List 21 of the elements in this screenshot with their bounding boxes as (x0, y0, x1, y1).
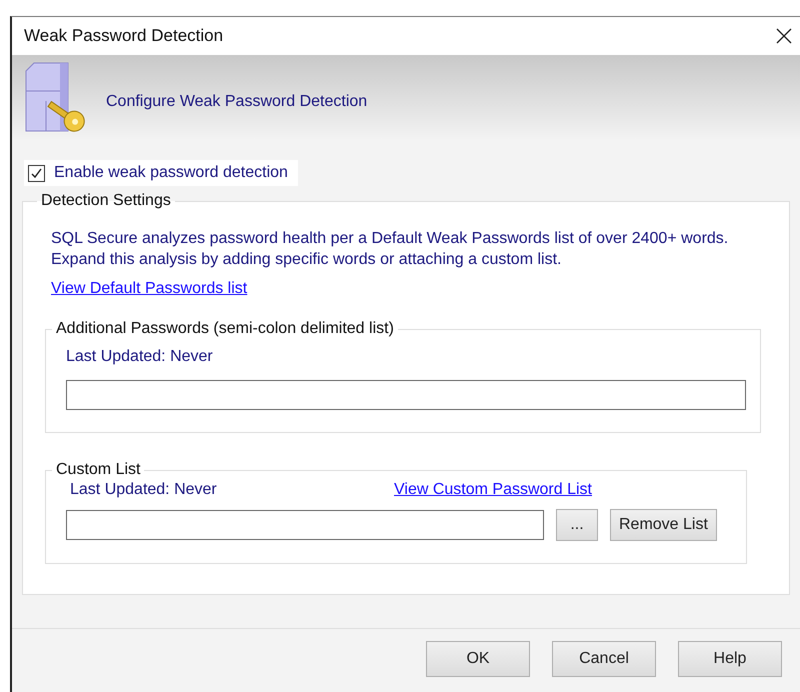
browse-button[interactable]: ... (556, 509, 598, 541)
group-title: Additional Passwords (semi-colon delimited list) (55, 320, 395, 338)
checkbox[interactable] (28, 164, 45, 182)
dialog-button[interactable]: Help (678, 641, 782, 677)
last-updated-text: Last Updated: Never (70, 481, 218, 499)
description-text: SQL Secure analyzes password health per a Default Weak Passwords list of over 2400+ words. Expand this analysis by adding specific words or attaching a custom list. (51, 229, 730, 270)
dialog-button[interactable]: OK (426, 641, 530, 677)
header-title: Configure Weak Password Detection (106, 92, 368, 110)
enable-checkbox[interactable]: Enable weak password detection (24, 160, 298, 186)
dialog-button[interactable]: Cancel (552, 641, 656, 677)
close-icon[interactable] (776, 28, 792, 44)
group-title: Detection Settings (40, 192, 172, 210)
group-title: Custom List (55, 461, 142, 479)
remove-list-button[interactable]: Remove List (610, 509, 717, 541)
checkbox-label: Enable weak password detection (54, 164, 288, 182)
window-title: Weak Password Detection (24, 26, 224, 46)
custom-list-field[interactable] (66, 510, 544, 540)
view-custom-password-list-link[interactable]: View Custom Password List (394, 481, 592, 499)
additional-passwords-field[interactable] (66, 380, 746, 410)
last-updated-text: Last Updated: Never (66, 348, 214, 366)
view-default-passwords-link[interactable]: View Default Passwords list (51, 280, 248, 297)
